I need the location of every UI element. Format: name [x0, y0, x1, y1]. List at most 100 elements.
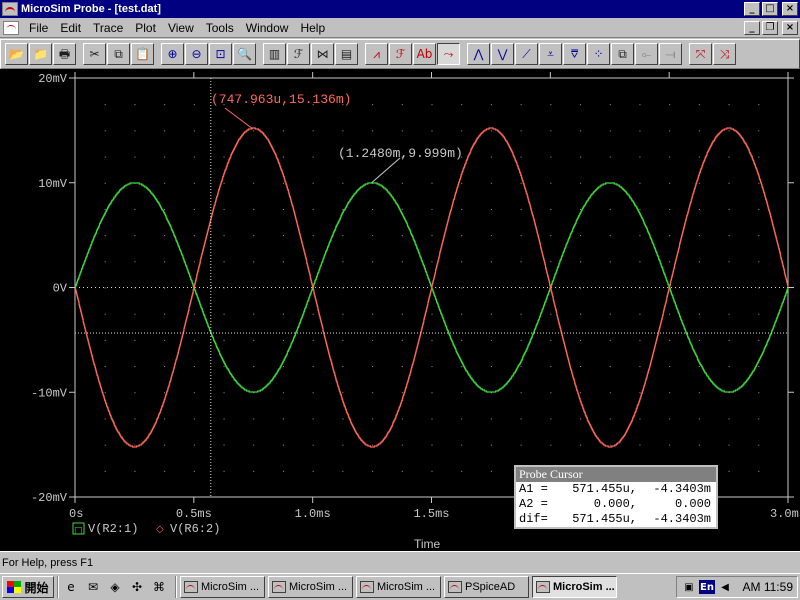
menu-plot[interactable]: Plot: [129, 21, 162, 35]
menu-tools[interactable]: Tools: [200, 21, 240, 35]
grid-dot: [134, 444, 136, 446]
cut-button[interactable]: ✂: [83, 43, 106, 65]
add-trace-button[interactable]: ⩘: [365, 43, 388, 65]
taskbar-button[interactable]: MicroSim ...: [356, 576, 441, 598]
grid-dot: [342, 235, 344, 237]
cursor-search-button[interactable]: ⧉: [611, 43, 634, 65]
grid-dot: [223, 130, 225, 132]
grid-dot: [372, 366, 374, 368]
open-folder-button[interactable]: 📂: [5, 43, 28, 65]
grid-dot: [104, 156, 106, 158]
probe-app-icon[interactable]: [2, 2, 18, 16]
volume-icon[interactable]: ◀: [717, 580, 733, 594]
toggle-cursor-button[interactable]: ⤳: [437, 43, 460, 65]
grid-dot: [609, 392, 611, 394]
outlook-express-icon[interactable]: ✉: [84, 578, 102, 596]
menu-help[interactable]: Help: [294, 21, 331, 35]
fourier-button[interactable]: ℱ: [287, 43, 310, 65]
cursor-max-button[interactable]: ⩢: [563, 43, 586, 65]
grid-dot: [431, 444, 433, 446]
grid-dot: [104, 130, 106, 132]
grid-dot: [134, 392, 136, 394]
taskbar-button[interactable]: MicroSim ...: [532, 576, 617, 598]
zoom-out-icon: ⊖: [191, 47, 202, 61]
grid-dot: [164, 470, 166, 472]
zoom-in-button[interactable]: ⊕: [161, 43, 184, 65]
grid-dot: [312, 130, 314, 132]
minimize-button[interactable]: _: [744, 2, 760, 16]
zoom-area-button[interactable]: ⊡: [209, 43, 232, 65]
maximize-button[interactable]: □: [762, 2, 778, 16]
start-button[interactable]: 開始: [2, 576, 54, 598]
grid-dot: [639, 182, 641, 184]
cursor-peak-button[interactable]: ⋀: [467, 43, 490, 65]
grid-dot: [134, 156, 136, 158]
log-x-axis-button[interactable]: ▥: [263, 43, 286, 65]
ie-icon[interactable]: e: [62, 578, 80, 596]
menu-window[interactable]: Window: [240, 21, 295, 35]
grid-dot: [253, 470, 255, 472]
cursor-y-value: 0.000: [674, 497, 711, 511]
grid-dot: [342, 261, 344, 263]
document-icon[interactable]: [3, 20, 19, 35]
taskbar-button[interactable]: PSpiceAD: [444, 576, 529, 598]
text-label-button[interactable]: Ab: [413, 43, 436, 65]
mark-data-points-button[interactable]: ⤧: [689, 43, 712, 65]
grid-dot: [372, 130, 374, 132]
grid-dot: [669, 208, 671, 210]
doc-minimize-button[interactable]: _: [744, 20, 760, 35]
grid-dot: [520, 208, 522, 210]
grid-dot: [580, 313, 582, 315]
cursor-slope-button[interactable]: ⟋: [515, 43, 538, 65]
language-indicator[interactable]: En: [699, 580, 715, 594]
copy-button[interactable]: ⧉: [107, 43, 130, 65]
cursor-prev-transition-button[interactable]: ⟞: [659, 43, 682, 65]
grid-dot: [520, 261, 522, 263]
legend-entry: V(R6:2): [170, 522, 220, 536]
zoom-out-button[interactable]: ⊖: [185, 43, 208, 65]
print-button[interactable]: 🖶: [53, 43, 76, 65]
doc-close-button[interactable]: ×: [782, 20, 798, 35]
taskbar-button[interactable]: MicroSim ...: [268, 576, 353, 598]
grid-dot: [698, 366, 700, 368]
eval-goal-function-button[interactable]: ℱ: [389, 43, 412, 65]
menu-view[interactable]: View: [162, 21, 200, 35]
clock[interactable]: AM 11:59: [743, 580, 793, 594]
paste-button[interactable]: 📋: [131, 43, 154, 65]
open-file-button[interactable]: 📁: [29, 43, 52, 65]
grid-dot: [253, 313, 255, 315]
cursor-next-transition-button[interactable]: ⟜: [635, 43, 658, 65]
grid-dot: [253, 444, 255, 446]
grid-dot: [550, 182, 552, 184]
channels-icon[interactable]: ◈: [106, 578, 124, 596]
zoom-fit-button[interactable]: 🔍: [233, 43, 256, 65]
menu-file[interactable]: File: [23, 21, 54, 35]
log-y-axis-button[interactable]: ▤: [335, 43, 358, 65]
tray-app-icon[interactable]: ▣: [681, 580, 697, 594]
probe-cursor-window[interactable]: Probe Cursor A1 = 571.455u, -4.3403m A2 …: [514, 465, 718, 529]
menu-trace[interactable]: Trace: [87, 21, 129, 35]
cursor-trough-button[interactable]: ⋁: [491, 43, 514, 65]
grid-dot: [669, 339, 671, 341]
zoom-in-icon: ⊕: [167, 47, 178, 61]
cursor-min-button[interactable]: ⩡: [539, 43, 562, 65]
grid-dot: [253, 366, 255, 368]
grid-dot: [282, 470, 284, 472]
taskbar-button[interactable]: MicroSim ...: [180, 576, 265, 598]
app-shortcut-2-icon[interactable]: ⌘: [150, 578, 168, 596]
app-shortcut-icon[interactable]: ✣: [128, 578, 146, 596]
doc-restore-button[interactable]: ❐: [762, 20, 778, 35]
grid-dot: [520, 418, 522, 420]
cursor-point-button[interactable]: ⁘: [587, 43, 610, 65]
probe-cursor-row-a1: A1 = 571.455u, -4.3403m: [516, 482, 716, 497]
performance-analysis-button[interactable]: ⋈: [311, 43, 334, 65]
menu-edit[interactable]: Edit: [54, 21, 87, 35]
grid-dot: [520, 287, 522, 289]
cursor-x-value: 571.455u,: [572, 482, 637, 496]
close-button[interactable]: ×: [782, 2, 798, 16]
grid-dot: [134, 366, 136, 368]
mark-label-button[interactable]: ⤨: [713, 43, 736, 65]
grid-dot: [580, 208, 582, 210]
grid-dot: [282, 444, 284, 446]
grid-dot: [609, 366, 611, 368]
